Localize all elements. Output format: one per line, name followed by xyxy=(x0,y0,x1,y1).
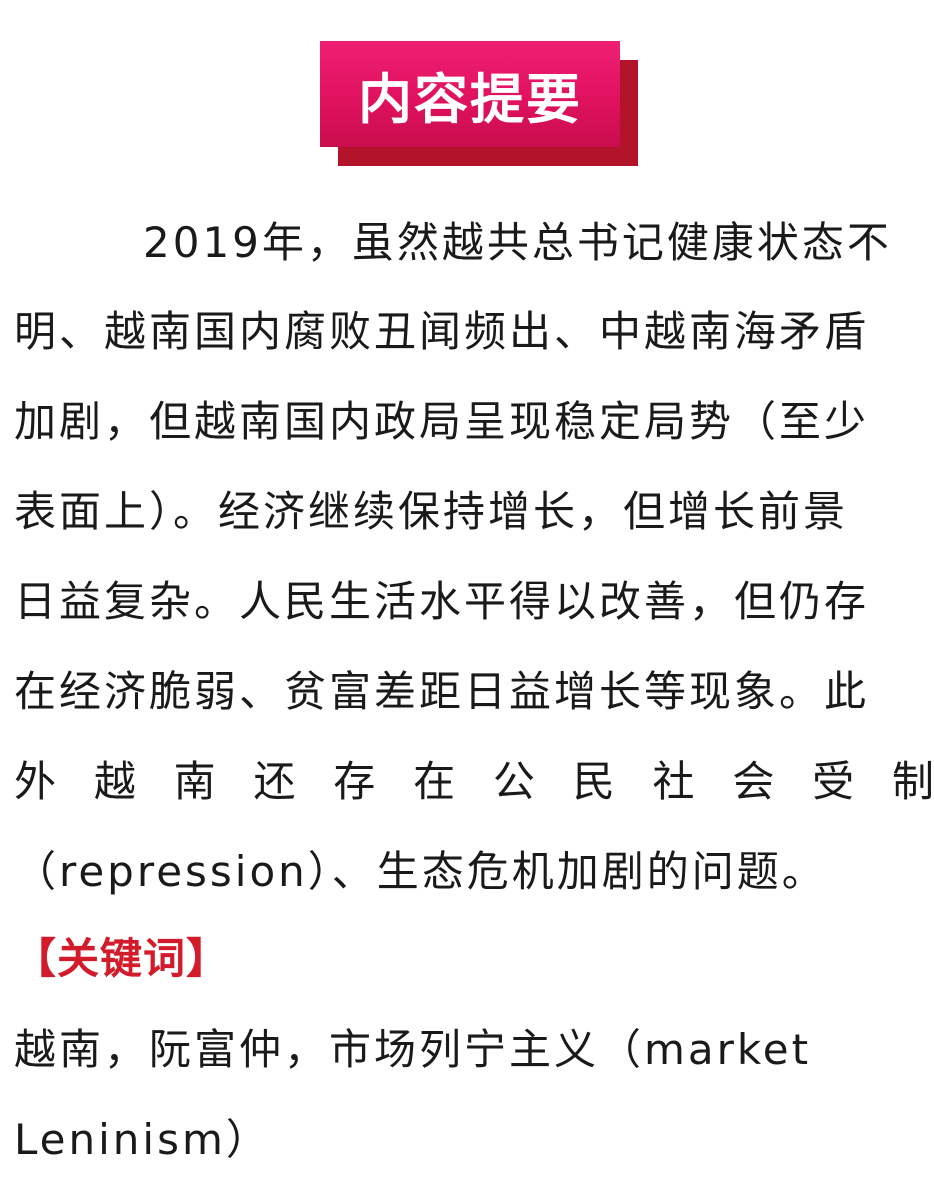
abstract-line-4: 表面上）。经济继续保持增长，但增长前景 xyxy=(14,487,849,536)
abstract-char: 在 xyxy=(413,757,456,806)
abstract-char: 制 xyxy=(891,757,934,806)
abstract-char: 民 xyxy=(572,757,615,806)
abstract-char: 公 xyxy=(492,757,535,806)
keywords-heading: 【关键词】 xyxy=(14,934,230,983)
abstract-char: 南 xyxy=(173,757,216,806)
abstract-line-5: 日益复杂。人民生活水平得以改善，但仍存 xyxy=(14,577,870,626)
abstract-line-2: 明、越南国内腐败丑闻频出、中越南海矛盾 xyxy=(14,307,870,356)
keywords-line-1: 越南，阮富仲，市场列宁主义（market xyxy=(14,1025,812,1074)
abstract-line-1: 2019年，虽然越共总书记健康状态不 xyxy=(98,218,892,267)
abstract-char: 受 xyxy=(812,757,855,806)
abstract-line-8: （repression）、生态危机加剧的问题。 xyxy=(14,847,827,896)
abstract-char: 越 xyxy=(93,757,136,806)
abstract-line-3: 加剧，但越南国内政局呈现稳定局势（至少 xyxy=(14,397,870,446)
keywords-line-2: Leninism） xyxy=(14,1115,271,1164)
abstract-line-7: 外 越 南 还 存 在 公 民 社 会 受 制 xyxy=(14,755,934,809)
abstract-char: 社 xyxy=(652,757,695,806)
title-banner: 内容提要 xyxy=(320,41,620,147)
abstract-line-6: 在经济脆弱、贫富差距日益增长等现象。此 xyxy=(14,667,870,716)
abstract-char: 还 xyxy=(253,757,296,806)
abstract-char: 会 xyxy=(732,757,775,806)
section-title: 内容提要 xyxy=(358,67,582,131)
abstract-char: 外 xyxy=(14,757,57,806)
abstract-char: 存 xyxy=(333,757,376,806)
